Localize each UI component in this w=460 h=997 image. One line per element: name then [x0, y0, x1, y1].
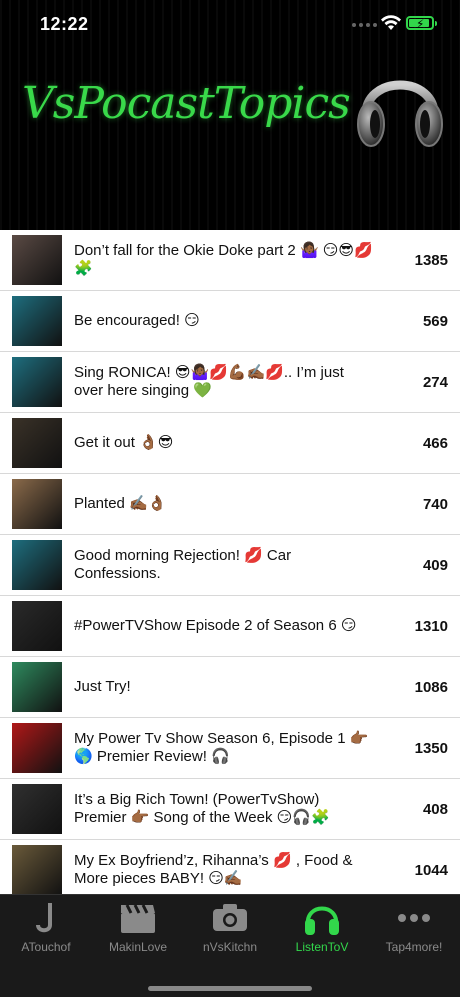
episode-title: Get it out 👌🏾😎 — [74, 434, 174, 451]
episode-title: Sing RONICA! 😎🤷🏾‍♀️💋💪🏾✍🏾💋.. I’m just ove… — [74, 364, 344, 399]
headphones-icon — [305, 906, 339, 935]
episode-row[interactable]: Sing RONICA! 😎🤷🏾‍♀️💋💪🏾✍🏾💋.. I’m just ove… — [0, 352, 460, 413]
episode-title: My Ex Boyfriend’z, Rihanna’s 💋 , Food & … — [74, 852, 353, 887]
headphones-icon — [357, 80, 443, 147]
episode-play-count: 1350 — [414, 739, 448, 757]
episode-play-count: 1385 — [414, 251, 448, 269]
episode-title: Be encouraged! 😏 — [74, 312, 200, 329]
more-dots-icon — [398, 914, 430, 922]
episode-row[interactable]: Good morning Rejection! 💋 Car Confession… — [0, 535, 460, 596]
episode-row[interactable]: Be encouraged! 😏 569 — [0, 291, 460, 352]
camera-icon — [213, 904, 247, 931]
episode-play-count: 1086 — [414, 678, 448, 696]
episode-row[interactable]: #PowerTVShow Episode 2 of Season 6 😏 1310 — [0, 596, 460, 657]
tab-label: Tap4more! — [385, 940, 443, 954]
tab-atouchof[interactable]: ATouchof — [0, 895, 92, 965]
clapperboard-icon — [121, 904, 155, 933]
episode-thumbnail — [12, 357, 62, 407]
episode-row[interactable]: My Power Tv Show Season 6, Episode 1 👉🏾🌎… — [0, 718, 460, 779]
episode-play-count: 274 — [422, 373, 448, 391]
tab-tap4more[interactable]: Tap4more! — [368, 895, 460, 965]
episode-title: Don’t fall for the Okie Doke part 2 🤷🏾‍♀… — [74, 242, 373, 277]
status-time: 12:22 — [40, 14, 89, 34]
wifi-icon — [381, 15, 401, 30]
status-bar: 12:22 ⚡ — [0, 0, 460, 50]
episode-thumbnail — [12, 296, 62, 346]
header-banner: 12:22 ⚡ VsPocastTopics — [0, 0, 460, 230]
episode-thumbnail — [12, 845, 62, 894]
episode-thumbnail — [12, 479, 62, 529]
tab-makinlove[interactable]: MakinLove — [92, 895, 184, 965]
battery-icon: ⚡ — [406, 16, 437, 31]
podcast-logo-text: VsPocastTopics — [22, 78, 351, 129]
episode-play-count: 1310 — [414, 617, 448, 635]
episode-play-count: 1044 — [414, 861, 448, 879]
letter-j-icon — [36, 903, 52, 933]
episode-title: Just Try! — [74, 678, 131, 695]
episode-row[interactable]: Planted ✍🏾👌🏾 740 — [0, 474, 460, 535]
tab-bar: ATouchof MakinLove nVsKitchn ListenToV T… — [0, 894, 460, 997]
home-indicator — [148, 986, 312, 991]
tab-label: ListenToV — [295, 940, 349, 954]
episode-play-count: 569 — [422, 312, 448, 330]
episode-title: Good morning Rejection! 💋 Car Confession… — [74, 547, 292, 582]
episode-play-count: 408 — [422, 800, 448, 818]
episode-title: It’s a Big Rich Town! (PowerTvShow) Prem… — [74, 791, 330, 826]
episode-row[interactable]: My Ex Boyfriend’z, Rihanna’s 💋 , Food & … — [0, 840, 460, 894]
episode-thumbnail — [12, 540, 62, 590]
episode-row[interactable]: It’s a Big Rich Town! (PowerTvShow) Prem… — [0, 779, 460, 840]
episode-row[interactable]: Don’t fall for the Okie Doke part 2 🤷🏾‍♀… — [0, 230, 460, 291]
episode-list[interactable]: Don’t fall for the Okie Doke part 2 🤷🏾‍♀… — [0, 230, 460, 894]
tab-label: nVsKitchn — [202, 940, 258, 954]
tab-listentov[interactable]: ListenToV — [276, 895, 368, 965]
episode-thumbnail — [12, 235, 62, 285]
tab-label: ATouchof — [21, 940, 71, 954]
episode-thumbnail — [12, 662, 62, 712]
episode-play-count: 466 — [422, 434, 448, 452]
cellular-signal-icon — [352, 23, 378, 29]
episode-thumbnail — [12, 784, 62, 834]
episode-row[interactable]: Just Try! 1086 — [0, 657, 460, 718]
tab-nvskitchn[interactable]: nVsKitchn — [184, 895, 276, 965]
episode-title: #PowerTVShow Episode 2 of Season 6 😏 — [74, 617, 357, 634]
episode-play-count: 409 — [422, 556, 448, 574]
episode-title: Planted ✍🏾👌🏾 — [74, 495, 167, 512]
episode-thumbnail — [12, 723, 62, 773]
episode-title: My Power Tv Show Season 6, Episode 1 👉🏾🌎… — [74, 730, 369, 765]
episode-thumbnail — [12, 418, 62, 468]
episode-thumbnail — [12, 601, 62, 651]
episode-row[interactable]: Get it out 👌🏾😎 466 — [0, 413, 460, 474]
tab-label: MakinLove — [108, 940, 168, 954]
episode-play-count: 740 — [422, 495, 448, 513]
